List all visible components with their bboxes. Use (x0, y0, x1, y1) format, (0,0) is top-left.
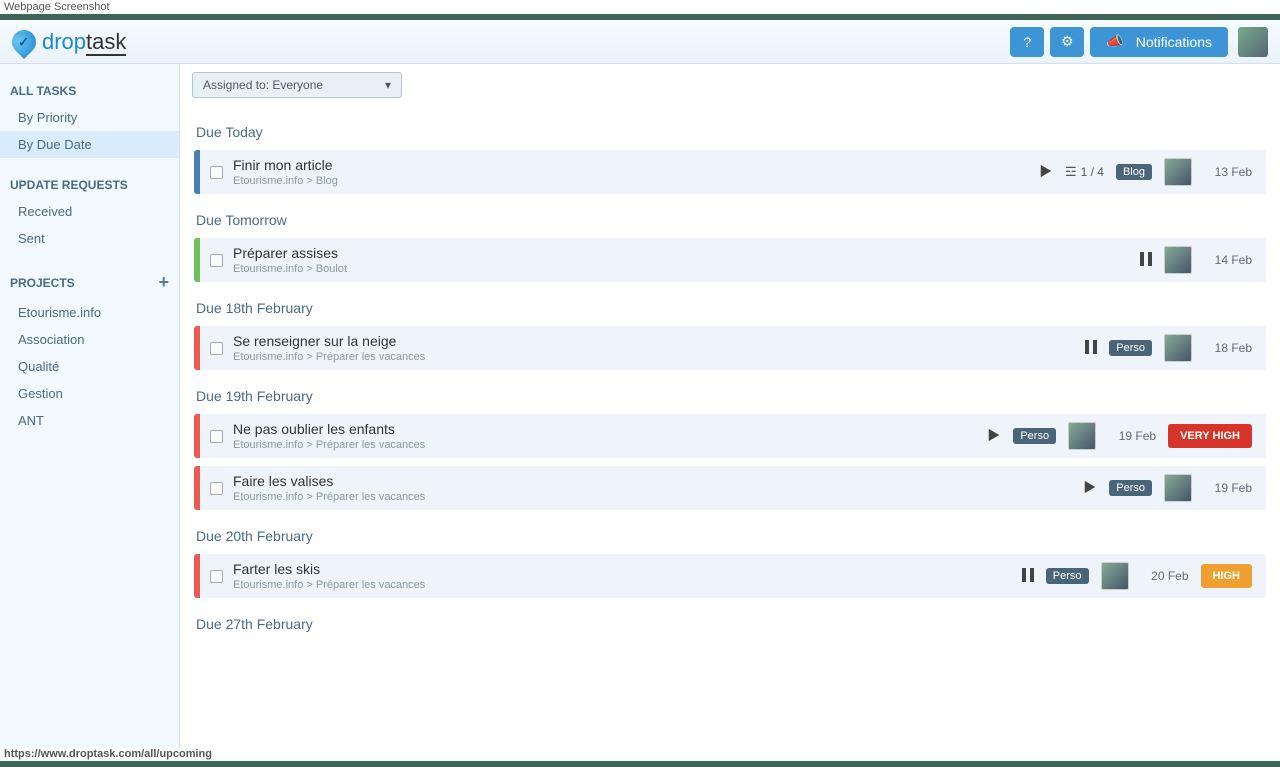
pause-icon[interactable] (1085, 340, 1097, 357)
sidebar-project-item-2[interactable]: Qualité (0, 353, 179, 380)
sidebar: ALL TASKS By PriorityBy Due Date UPDATE … (0, 64, 180, 747)
play-icon[interactable] (987, 428, 1001, 445)
assignee-avatar[interactable] (1164, 474, 1192, 502)
sidebar-project-item-1[interactable]: Association (0, 326, 179, 353)
logo-text-bold: task (86, 29, 126, 56)
help-button[interactable]: ? (1010, 27, 1044, 57)
task-due-date: 19 Feb (1108, 429, 1156, 443)
subtask-count: ☲ 1 / 4 (1065, 164, 1104, 180)
assignee-avatar[interactable] (1164, 158, 1192, 186)
assigned-filter-dropdown[interactable]: Assigned to: Everyone ▾ (192, 72, 402, 98)
task-checkbox[interactable] (210, 166, 223, 179)
task-due-date: 14 Feb (1204, 253, 1252, 267)
task-checkbox[interactable] (210, 342, 223, 355)
assignee-avatar[interactable] (1164, 334, 1192, 362)
droptask-drop-icon (7, 25, 41, 59)
section-head: Due 18th February (196, 300, 1266, 316)
task-checkbox[interactable] (210, 482, 223, 495)
screenshot-label: Webpage Screenshot (0, 0, 1280, 14)
sidebar-update-item-1[interactable]: Sent (0, 225, 179, 252)
assignee-avatar[interactable] (1164, 246, 1192, 274)
pause-icon[interactable] (1022, 568, 1034, 585)
task-due-date: 20 Feb (1141, 569, 1189, 583)
task-title: Finir mon article (233, 157, 1025, 173)
play-icon[interactable] (1083, 480, 1097, 497)
chevron-down-icon: ▾ (385, 78, 391, 92)
task-tag[interactable]: Perso (1109, 480, 1152, 496)
projects-label: PROJECTS (10, 276, 75, 290)
task-tag[interactable]: Blog (1116, 164, 1152, 180)
megaphone-icon: 📣 (1106, 33, 1123, 50)
help-icon: ? (1023, 34, 1031, 50)
notifications-button[interactable]: 📣 Notifications (1090, 27, 1228, 57)
logo-text-light: drop (42, 29, 86, 54)
task-breadcrumb: Etourisme.info > Boulot (233, 263, 1126, 275)
task-title: Se renseigner sur la neige (233, 333, 1071, 349)
settings-button[interactable]: ⚙ (1050, 27, 1084, 57)
task-tag[interactable]: Perso (1046, 568, 1089, 584)
task-breadcrumb: Etourisme.info > Préparer les vacances (233, 439, 973, 451)
task-checkbox[interactable] (210, 254, 223, 267)
task-title: Ne pas oublier les enfants (233, 421, 973, 437)
sidebar-update-item-0[interactable]: Received (0, 198, 179, 225)
app-header: droptask ? ⚙ 📣 Notifications (0, 20, 1280, 64)
task-breadcrumb: Etourisme.info > Préparer les vacances (233, 351, 1071, 363)
add-project-button[interactable]: + (158, 272, 169, 293)
task-row[interactable]: Finir mon article Etourisme.info > Blog ☲ … (194, 150, 1266, 194)
task-checkbox[interactable] (210, 430, 223, 443)
task-tag[interactable]: Perso (1013, 428, 1056, 444)
section-head: Due 20th February (196, 528, 1266, 544)
sidebar-alltasks-item-0[interactable]: By Priority (0, 104, 179, 131)
notifications-label: Notifications (1136, 34, 1212, 50)
sidebar-head-updates: UPDATE REQUESTS (0, 172, 179, 198)
assignee-avatar[interactable] (1101, 562, 1129, 590)
task-due-date: 13 Feb (1204, 165, 1252, 179)
sidebar-head-all-tasks: ALL TASKS (0, 78, 179, 104)
pause-icon[interactable] (1140, 252, 1152, 269)
task-title: Farter les skis (233, 561, 1008, 577)
sidebar-project-item-3[interactable]: Gestion (0, 380, 179, 407)
sidebar-project-item-4[interactable]: ANT (0, 407, 179, 434)
sidebar-alltasks-item-1[interactable]: By Due Date (0, 131, 179, 158)
priority-badge: HIGH (1201, 564, 1253, 588)
task-row[interactable]: Ne pas oublier les enfants Etourisme.info… (194, 414, 1266, 458)
task-row[interactable]: Farter les skis Etourisme.info > Préparer… (194, 554, 1266, 598)
task-due-date: 19 Feb (1204, 481, 1252, 495)
filter-bar: Assigned to: Everyone ▾ (180, 64, 1280, 106)
sidebar-project-item-0[interactable]: Etourisme.info (0, 299, 179, 326)
priority-badge: VERY HIGH (1168, 424, 1252, 448)
assignee-avatar[interactable] (1068, 422, 1096, 450)
section-head: Due 19th February (196, 388, 1266, 404)
section-head: Due Today (196, 124, 1266, 140)
gear-icon: ⚙ (1061, 33, 1074, 50)
sidebar-head-projects: PROJECTS + (0, 266, 179, 299)
section-head: Due Tomorrow (196, 212, 1266, 228)
task-row[interactable]: Préparer assises Etourisme.info > Boulot 1… (194, 238, 1266, 282)
task-title: Faire les valises (233, 473, 1069, 489)
logo-text: droptask (42, 29, 126, 55)
user-avatar[interactable] (1238, 27, 1268, 57)
task-breadcrumb: Etourisme.info > Préparer les vacances (233, 579, 1008, 591)
play-icon[interactable] (1039, 164, 1053, 181)
task-row[interactable]: Se renseigner sur la neige Etourisme.info… (194, 326, 1266, 370)
task-breadcrumb: Etourisme.info > Blog (233, 175, 1025, 187)
task-due-date: 18 Feb (1204, 341, 1252, 355)
task-tag[interactable]: Perso (1109, 340, 1152, 356)
task-title: Préparer assises (233, 245, 1126, 261)
app-logo[interactable]: droptask (12, 29, 126, 55)
status-url: https://www.droptask.com/all/upcoming (0, 747, 1280, 761)
window-frame-bottom (0, 761, 1280, 767)
task-breadcrumb: Etourisme.info > Préparer les vacances (233, 491, 1069, 503)
section-head: Due 27th February (196, 616, 1266, 632)
main-content: Assigned to: Everyone ▾ Due Today Finir m… (180, 64, 1280, 747)
task-row[interactable]: Faire les valises Etourisme.info > Prépar… (194, 466, 1266, 510)
task-checkbox[interactable] (210, 570, 223, 583)
filter-label: Assigned to: Everyone (203, 78, 323, 92)
